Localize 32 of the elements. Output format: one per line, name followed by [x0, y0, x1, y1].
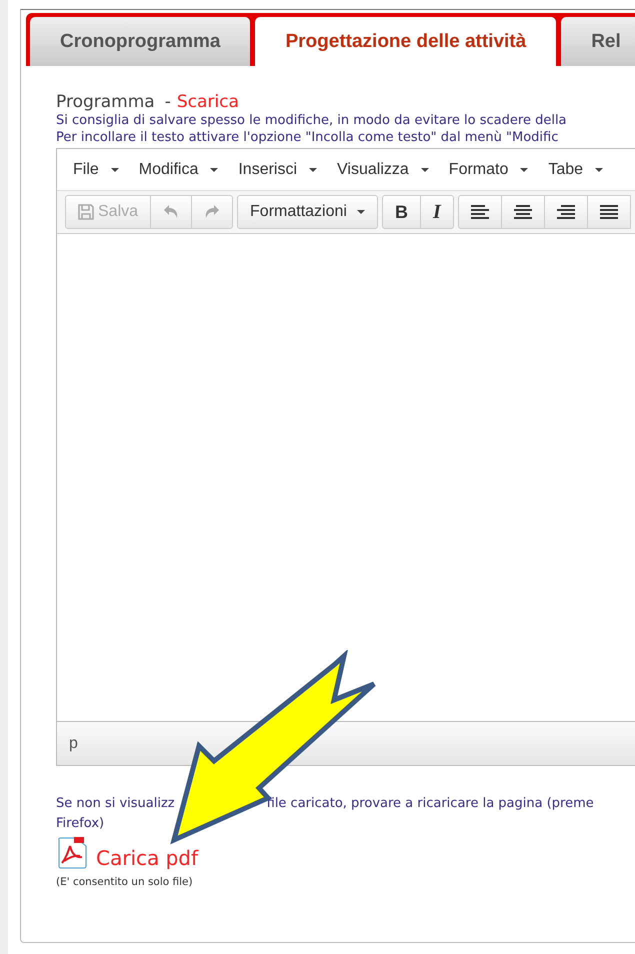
menu-item[interactable]: File: [63, 160, 129, 178]
align-left-icon: [470, 205, 489, 219]
justify-icon: [600, 205, 618, 219]
align-right-button[interactable]: [544, 195, 588, 229]
formats-dropdown[interactable]: Formattazioni: [237, 195, 378, 229]
download-link[interactable]: Scarica: [176, 92, 239, 112]
element-path: p: [69, 734, 78, 752]
menu-item[interactable]: Formato: [438, 160, 538, 178]
redo-arrow-icon: [204, 205, 220, 219]
hint-text: Per incollare il testo attivare l'opzione "Incolla come testo" dal menù "Modific: [56, 129, 560, 146]
italic-button[interactable]: I: [420, 195, 454, 229]
tab[interactable]: Cronoprogramma: [30, 17, 250, 66]
align-left-button[interactable]: [458, 195, 502, 229]
menu-item[interactable]: Modifica: [128, 160, 228, 178]
bold-button[interactable]: B: [382, 195, 421, 229]
notice-text: Firefox): [56, 815, 106, 833]
tab[interactable]: Rel: [561, 17, 635, 66]
hint-text: Si consiglia di salvare spesso le modifiche, in modo da evitare lo scadere della: [56, 112, 568, 129]
separator-dash: -: [164, 92, 171, 112]
menu-item[interactable]: Visualizza: [327, 160, 439, 178]
align-center-icon: [514, 205, 532, 219]
section-title: Programma: [56, 92, 155, 112]
justify-button[interactable]: [588, 195, 631, 229]
menu-item[interactable]: Tabe: [538, 160, 614, 178]
align-right-icon: [556, 205, 575, 219]
align-center-button[interactable]: [502, 195, 545, 229]
upload-pdf-link[interactable]: Carica pdf: [96, 846, 198, 870]
tab[interactable]: Progettazione delle attività: [255, 17, 556, 66]
undo-arrow-icon: [163, 205, 180, 219]
menu-item[interactable]: Inserisci: [228, 160, 328, 178]
upload-note: (E' consentito un solo file): [56, 876, 194, 888]
notice-text: Se non si visualizz: [56, 795, 175, 813]
